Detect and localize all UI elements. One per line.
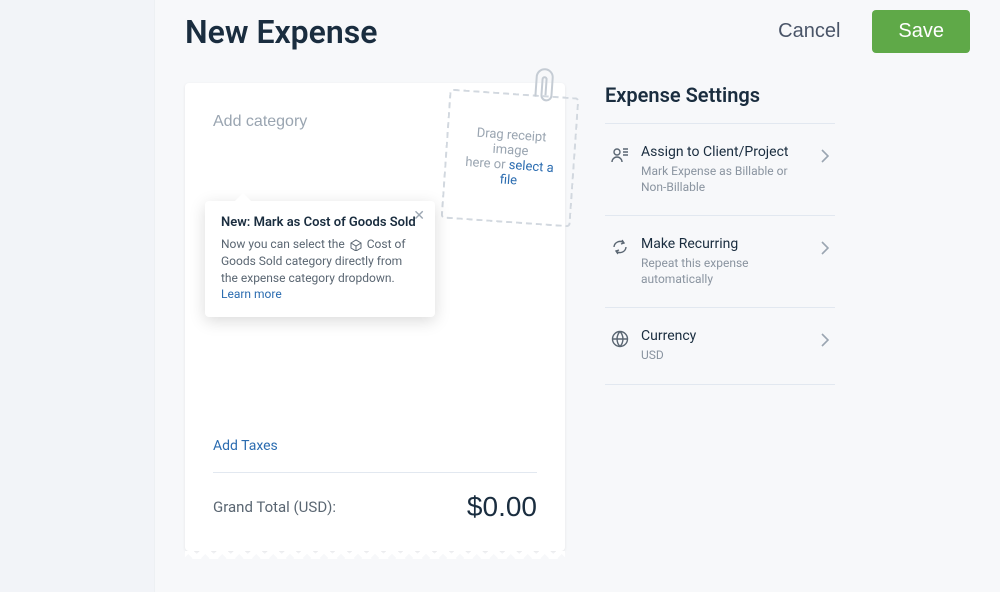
settings-list: Assign to Client/Project Mark Expense as… [605,123,835,385]
expense-form-column: Drag receipt image here or select a file… [185,83,565,582]
select-file-link[interactable]: select a file [499,158,554,189]
settings-title: Expense Settings [605,83,835,107]
settings-item-assign-client[interactable]: Assign to Client/Project Mark Expense as… [605,124,835,216]
tooltip-body: Now you can select the Cost of Goods Sol… [221,236,419,303]
main-content: New Expense Cancel Save Drag receipt ima… [155,0,1000,592]
settings-item-currency[interactable]: Currency USD [605,308,835,385]
tooltip-close-button[interactable]: ✕ [413,207,425,224]
box-icon [348,237,367,251]
settings-item-desc: USD [641,348,809,364]
grand-total-input[interactable] [417,491,537,523]
cancel-button[interactable]: Cancel [758,10,860,53]
client-icon [611,144,629,168]
chevron-right-icon [821,328,829,351]
receipt-drop-zone[interactable]: Drag receipt image here or select a file [441,89,580,228]
category-input[interactable] [213,113,393,131]
settings-item-desc: Repeat this expense automatically [641,256,809,287]
settings-column: Expense Settings Assign to Client/Projec… [605,83,835,582]
settings-item-label: Currency [641,328,809,344]
tooltip-text-before: Now you can select the [221,237,348,251]
receipt-drop-text-2: here or [465,155,506,173]
grand-total-row: Grand Total (USD): [213,491,537,523]
settings-item-desc: Mark Expense as Billable or Non-Billable [641,164,809,195]
globe-icon [611,328,629,352]
total-divider [213,472,537,473]
chevron-right-icon [821,144,829,167]
page-header: New Expense Cancel Save [185,10,970,53]
settings-item-recurring[interactable]: Make Recurring Repeat this expense autom… [605,216,835,308]
add-taxes-link[interactable]: Add Taxes [213,438,278,454]
paperclip-icon [528,66,559,112]
content-columns: Drag receipt image here or select a file… [185,83,970,582]
grand-total-label: Grand Total (USD): [213,498,336,516]
tooltip-learn-more-link[interactable]: Learn more [221,287,282,301]
chevron-right-icon [821,236,829,259]
tooltip-title: New: Mark as Cost of Goods Sold [221,215,419,230]
save-button[interactable]: Save [872,10,970,53]
app-sidebar [0,0,155,592]
settings-item-label: Make Recurring [641,236,809,252]
cogs-tooltip: ✕ New: Mark as Cost of Goods Sold Now yo… [205,201,435,317]
page-title: New Expense [185,13,377,51]
settings-item-label: Assign to Client/Project [641,144,809,160]
refresh-icon [611,236,629,260]
header-actions: Cancel Save [758,10,970,53]
